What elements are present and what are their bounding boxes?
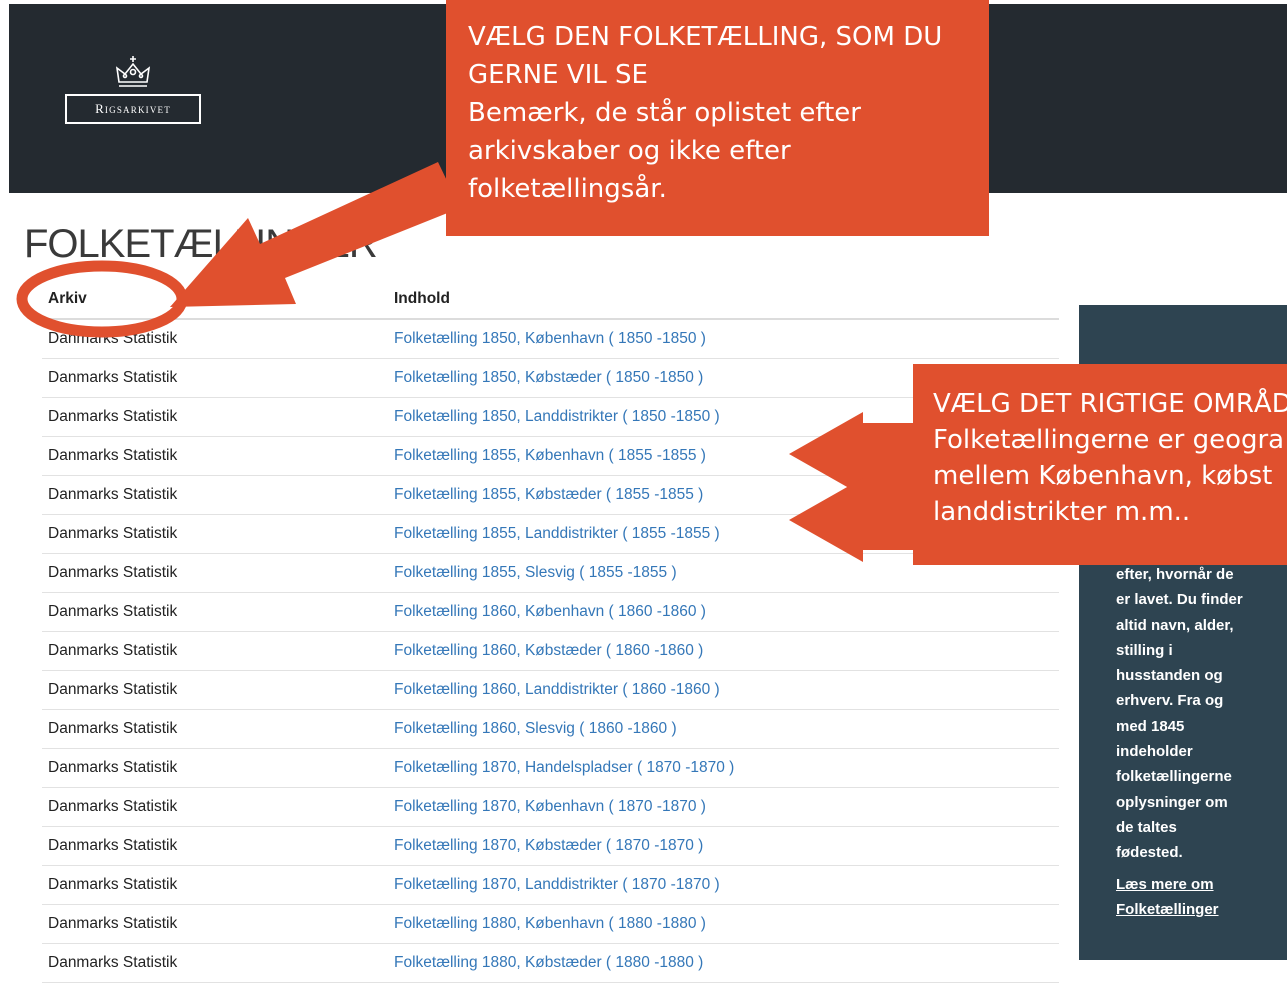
cell-arkiv: Danmarks Statistik — [42, 475, 388, 515]
table-row: Danmarks Statistik Folketælling 1850, Køb… — [42, 319, 1059, 359]
cell-indhold-link[interactable]: Folketælling 1870, Købstæder ( 1870 -187… — [388, 826, 1059, 866]
cell-arkiv: Danmarks Statistik — [42, 553, 388, 593]
logo-text: Rigsarkivet — [65, 94, 201, 124]
cell-arkiv: Danmarks Statistik — [42, 592, 388, 632]
cell-arkiv: Danmarks Statistik — [42, 904, 388, 944]
annotation-callout-2: VÆLG DET RIGTIGE OMRÅD Folketællingerne … — [913, 364, 1287, 565]
records-table: Arkiv Indhold Danmarks Statistik Folketæl… — [42, 280, 1059, 983]
callout-line: Bemærk, de står oplistet efter — [468, 98, 861, 128]
table-header-row: Arkiv Indhold — [42, 280, 1059, 320]
table-row: Danmarks Statistik Folketælling 1855, Køb… — [42, 436, 1059, 476]
cell-arkiv: Danmarks Statistik — [42, 943, 388, 983]
sidebar-text-line: fødested. — [1116, 844, 1183, 862]
cell-indhold-link[interactable]: Folketælling 1860, Slesvig ( 1860 -1860 … — [388, 709, 1059, 749]
sidebar-text-line: efter, hvornår de — [1116, 566, 1234, 583]
table-row: Danmarks Statistik Folketælling 1860, Sle… — [42, 709, 1059, 749]
table-body: Danmarks Statistik Folketælling 1850, Køb… — [42, 319, 1059, 983]
callout-line: folketællingsår. — [468, 174, 667, 204]
column-header-arkiv[interactable]: Arkiv — [42, 280, 388, 320]
sidebar-description: efter, hvornår de er lavet. Du finder alti… — [1116, 562, 1261, 866]
table-row: Danmarks Statistik Folketælling 1870, Køb… — [42, 826, 1059, 866]
table-row: Danmarks Statistik Folketælling 1870, Lan… — [42, 865, 1059, 905]
table-row: Danmarks Statistik Folketælling 1850, Lan… — [42, 397, 1059, 437]
sidebar-text-line: erhverv. Fra og — [1116, 692, 1224, 710]
crown-icon — [115, 56, 151, 87]
table-row: Danmarks Statistik Folketælling 1880, Køb… — [42, 943, 1059, 983]
annotation-callout-1: VÆLG DEN FOLKETÆLLING, SOM DU GERNE VIL … — [446, 0, 989, 236]
table-row: Danmarks Statistik Folketælling 1855, Sle… — [42, 553, 1059, 593]
sidebar-text-line: stilling i — [1116, 641, 1173, 659]
callout-line: VÆLG DET RIGTIGE OMRÅD — [933, 389, 1287, 419]
callout-line: landdistrikter m.m.. — [933, 497, 1191, 527]
cell-indhold-link[interactable]: Folketælling 1870, Landdistrikter ( 1870… — [388, 865, 1059, 905]
cell-indhold-link[interactable]: Folketælling 1880, København ( 1880 -188… — [388, 904, 1059, 944]
page-title: FOLKETÆLLINGER — [24, 222, 378, 266]
cell-indhold-link[interactable]: Folketælling 1860, København ( 1860 -186… — [388, 592, 1059, 632]
cell-arkiv: Danmarks Statistik — [42, 397, 388, 437]
callout-line: VÆLG DEN FOLKETÆLLING, SOM DU — [468, 22, 943, 52]
table-row: Danmarks Statistik Folketælling 1860, Lan… — [42, 670, 1059, 710]
cell-arkiv: Danmarks Statistik — [42, 319, 388, 359]
callout-line: GERNE VIL SE — [468, 60, 648, 90]
cell-indhold-link[interactable]: Folketælling 1850, København ( 1850 -185… — [388, 319, 1059, 359]
cell-arkiv: Danmarks Statistik — [42, 514, 388, 554]
cell-arkiv: Danmarks Statistik — [42, 358, 388, 398]
sidebar-text-line: altid navn, alder, — [1116, 616, 1234, 634]
cell-arkiv: Danmarks Statistik — [42, 670, 388, 710]
sidebar-text-line: husstanden og — [1116, 667, 1223, 685]
read-more-link-line[interactable]: Læs mere om — [1116, 872, 1266, 897]
cell-arkiv: Danmarks Statistik — [42, 748, 388, 788]
table-row: Danmarks Statistik Folketælling 1870, Køb… — [42, 787, 1059, 827]
table-row: Danmarks Statistik Folketælling 1855, Køb… — [42, 475, 1059, 515]
callout-line: Folketællingerne er geogra — [933, 425, 1285, 455]
table-row: Danmarks Statistik Folketælling 1850, Køb… — [42, 358, 1059, 398]
column-header-indhold[interactable]: Indhold — [388, 280, 1059, 320]
sidebar-text-line: folketællingerne — [1116, 768, 1232, 786]
cell-arkiv: Danmarks Statistik — [42, 826, 388, 866]
rigsarkivet-logo[interactable]: Rigsarkivet — [65, 56, 201, 128]
table-row: Danmarks Statistik Folketælling 1855, Lan… — [42, 514, 1059, 554]
cell-arkiv: Danmarks Statistik — [42, 709, 388, 749]
read-more-link[interactable]: Læs mere om Folketællinger — [1116, 872, 1266, 922]
sidebar-text-line: er lavet. Du finder — [1116, 591, 1243, 609]
table-row: Danmarks Statistik Folketælling 1860, Køb… — [42, 592, 1059, 632]
cell-indhold-link[interactable]: Folketælling 1880, Købstæder ( 1880 -188… — [388, 943, 1059, 983]
sidebar-text-line: oplysninger om — [1116, 793, 1228, 811]
sidebar-text-line: med 1845 — [1116, 717, 1185, 735]
cell-arkiv: Danmarks Statistik — [42, 631, 388, 671]
cell-indhold-link[interactable]: Folketælling 1860, Landdistrikter ( 1860… — [388, 670, 1059, 710]
table-row: Danmarks Statistik Folketælling 1880, Køb… — [42, 904, 1059, 944]
sidebar-text-line: indeholder — [1116, 743, 1193, 761]
callout-line: mellem København, købst — [933, 461, 1273, 491]
cell-arkiv: Danmarks Statistik — [42, 865, 388, 905]
cell-indhold-link[interactable]: Folketælling 1870, København ( 1870 -187… — [388, 787, 1059, 827]
cell-arkiv: Danmarks Statistik — [42, 436, 388, 476]
table-row: Danmarks Statistik Folketælling 1860, Køb… — [42, 631, 1059, 671]
cell-arkiv: Danmarks Statistik — [42, 787, 388, 827]
cell-indhold-link[interactable]: Folketælling 1870, Handelspladser ( 1870… — [388, 748, 1059, 788]
read-more-link-line[interactable]: Folketællinger — [1116, 897, 1266, 922]
callout-line: arkivskaber og ikke efter — [468, 136, 791, 166]
table-row: Danmarks Statistik Folketælling 1870, Han… — [42, 748, 1059, 788]
cell-indhold-link[interactable]: Folketælling 1860, Købstæder ( 1860 -186… — [388, 631, 1059, 671]
sidebar-text-line: de taltes — [1116, 818, 1177, 836]
